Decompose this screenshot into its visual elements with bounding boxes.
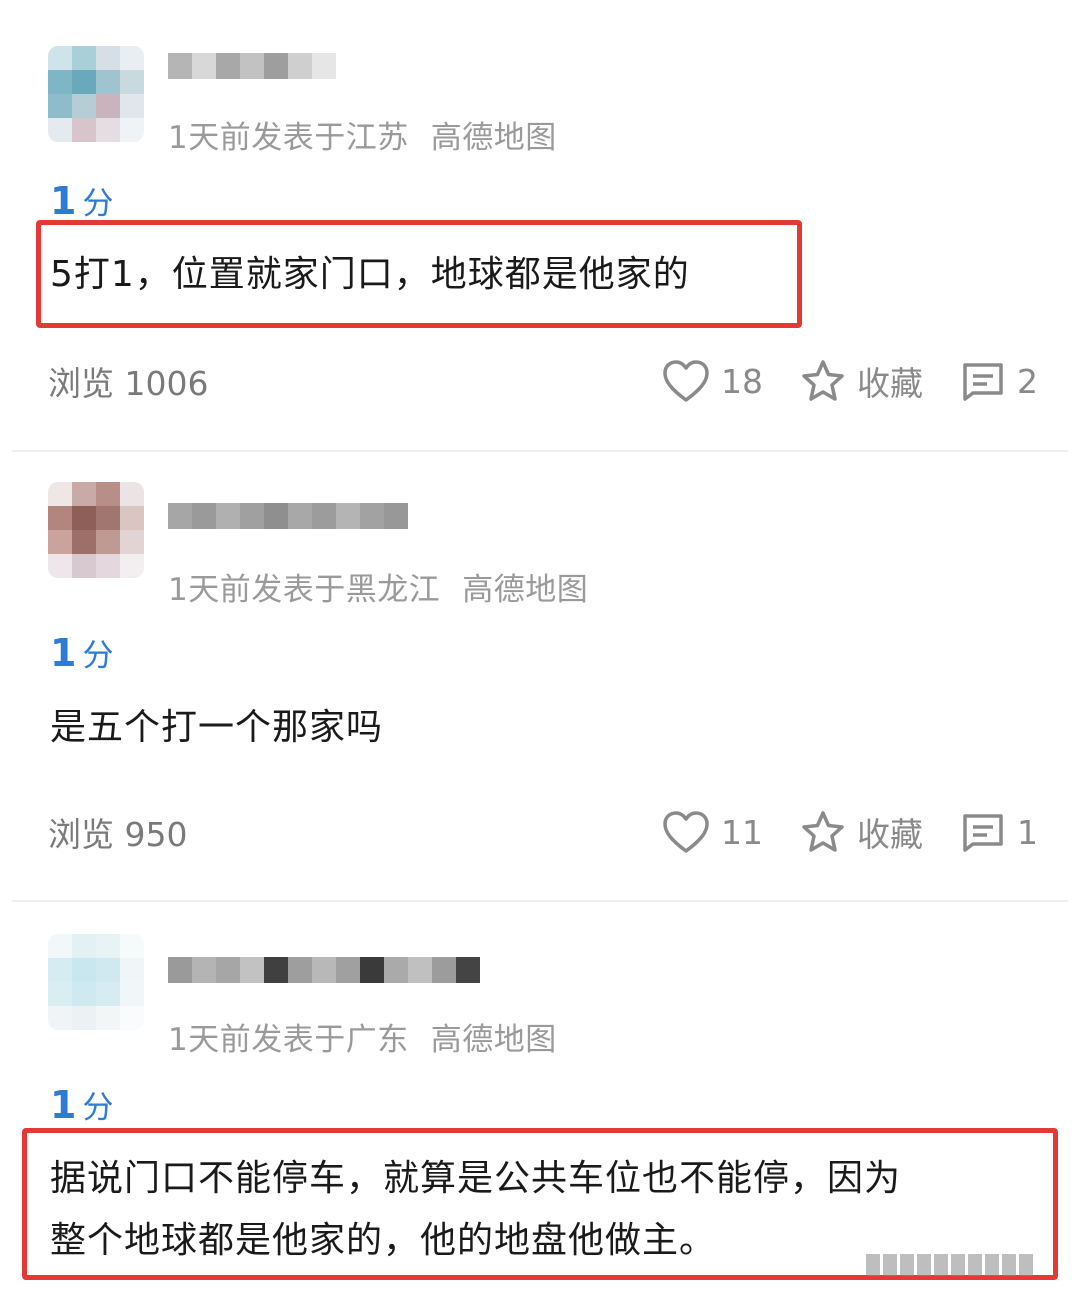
post-meta: 1天前发表于广东 高德地图 xyxy=(168,1014,557,1059)
comment-button[interactable]: 1 xyxy=(959,810,1038,854)
post-source: 高德地图 xyxy=(430,1022,557,1058)
comment-text: 是五个打一个那家吗 xyxy=(50,707,384,748)
comment-text: 5打1，位置就家门口，地球都是他家的 xyxy=(50,254,690,295)
comment-text-line: 据说门口不能停车，就算是公共车位也不能停，因为 xyxy=(50,1158,902,1199)
score-value: 1 xyxy=(50,1083,77,1127)
avatar[interactable] xyxy=(48,482,144,578)
rating-score: 1分 xyxy=(50,630,113,675)
post-divider xyxy=(12,450,1068,452)
comment-text: 据说门口不能停车，就算是公共车位也不能停，因为 整个地球都是他家的，他的地盘他做… xyxy=(50,1148,901,1272)
star-icon xyxy=(802,811,844,852)
score-unit: 分 xyxy=(82,1090,114,1126)
comment-icon xyxy=(963,814,1003,852)
post-source: 高德地图 xyxy=(430,120,557,156)
heart-icon xyxy=(663,360,709,402)
like-count: 11 xyxy=(721,812,763,852)
avatar[interactable] xyxy=(48,46,144,142)
favorite-label: 收藏 xyxy=(857,364,923,403)
post-meta: 1天前发表于黑龙江 高德地图 xyxy=(168,564,588,609)
score-unit: 分 xyxy=(82,186,114,222)
comment-count: 1 xyxy=(1017,812,1038,852)
post-stats-bar: 浏览 1006 18 收藏 2 xyxy=(48,356,1038,406)
rating-score: 1分 xyxy=(50,1082,113,1127)
favorite-label: 收藏 xyxy=(857,815,923,854)
score-unit: 分 xyxy=(82,638,114,674)
username-blurred[interactable] xyxy=(168,496,408,536)
heart-icon xyxy=(663,811,709,853)
post-divider xyxy=(12,900,1068,902)
like-count: 18 xyxy=(721,361,763,401)
comment-button[interactable]: 2 xyxy=(959,359,1038,403)
username-blurred[interactable] xyxy=(168,950,480,990)
post-stats-bar: 浏览 950 11 收藏 1 xyxy=(48,807,1038,857)
post-meta: 1天前发表于江苏 高德地图 xyxy=(168,112,557,157)
view-count: 浏览 950 xyxy=(48,815,188,854)
avatar[interactable] xyxy=(48,934,144,1030)
username-blurred[interactable] xyxy=(168,46,336,86)
like-button[interactable]: 11 xyxy=(661,809,763,855)
post-source: 高德地图 xyxy=(462,572,589,608)
comment-icon xyxy=(963,363,1003,401)
comment-text-line: 整个地球都是他家的，他的地盘他做主。 xyxy=(50,1220,717,1261)
star-icon xyxy=(802,360,844,401)
favorite-button[interactable]: 收藏 xyxy=(799,357,923,405)
comment-count: 2 xyxy=(1017,361,1038,401)
favorite-button[interactable]: 收藏 xyxy=(799,808,923,856)
rating-score: 1分 xyxy=(50,178,113,223)
score-value: 1 xyxy=(50,179,77,223)
post-time-location: 1天前发表于黑龙江 xyxy=(168,572,441,608)
post-time-location: 1天前发表于江苏 xyxy=(168,120,409,156)
watermark-blurred xyxy=(866,1248,1056,1282)
score-value: 1 xyxy=(50,631,77,675)
view-count: 浏览 1006 xyxy=(48,364,209,403)
like-button[interactable]: 18 xyxy=(661,358,763,404)
post-time-location: 1天前发表于广东 xyxy=(168,1022,409,1058)
